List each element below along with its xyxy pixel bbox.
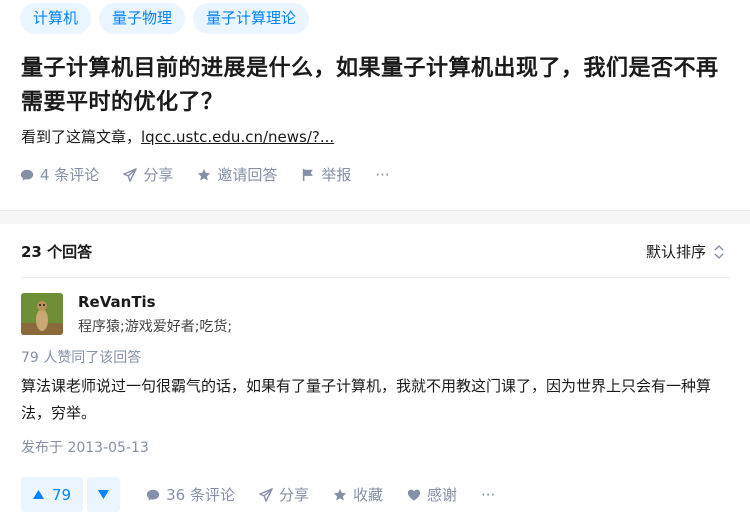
upvote-button[interactable]: 79 — [21, 477, 84, 512]
answers-header: 23 个回答 默认排序 — [21, 224, 730, 278]
topic-tag[interactable]: 量子计算理论 — [193, 3, 310, 34]
sort-dropdown[interactable]: 默认排序 — [646, 241, 724, 262]
share-icon — [123, 167, 138, 182]
question-card: 计算机 量子物理 量子计算理论 量子计算机目前的进展是什么，如果量子计算机出现了… — [0, 0, 750, 211]
heart-icon — [407, 489, 421, 501]
answer-comments-button[interactable]: 36 条评论 — [146, 484, 235, 505]
answer-share-button[interactable]: 分享 — [259, 484, 309, 505]
collect-label: 收藏 — [352, 486, 383, 504]
triangle-down-icon — [98, 490, 110, 499]
comment-icon — [146, 489, 160, 501]
sort-label: 默认排序 — [645, 243, 706, 261]
share-label: 分享 — [143, 166, 174, 184]
author-name[interactable]: ReVanTis — [78, 293, 156, 311]
answer-actions: 79 36 条评论 分享 收藏 感谢 ··· — [21, 477, 495, 512]
report-button[interactable]: 举报 — [301, 164, 351, 185]
thanks-button[interactable]: 感谢 — [407, 484, 457, 505]
avatar[interactable] — [21, 293, 63, 335]
report-label: 举报 — [321, 166, 352, 184]
upvote-count: 79 — [52, 485, 72, 504]
share-button[interactable]: 分享 — [123, 164, 173, 185]
answer-share-label: 分享 — [278, 486, 309, 504]
published-date[interactable]: 发布于 2013-05-13 — [21, 437, 149, 457]
triangle-up-icon — [33, 490, 44, 499]
meerkat-avatar-icon — [21, 293, 63, 335]
thanks-label: 感谢 — [426, 486, 457, 504]
invite-answer-button[interactable]: 邀请回答 — [197, 164, 277, 185]
comments-label: 4 条评论 — [40, 166, 100, 184]
collect-button[interactable]: 收藏 — [333, 484, 383, 505]
topic-tags: 计算机 量子物理 量子计算理论 — [20, 3, 310, 34]
author-bio: 程序猿;游戏爱好者;吃货; — [78, 319, 233, 335]
answer-content: 算法课老师说过一句很霸气的话，如果有了量子计算机，我就不用教这门课了，因为世界上… — [21, 377, 712, 422]
more-button[interactable]: ··· — [375, 166, 389, 184]
topic-tag[interactable]: 量子物理 — [99, 3, 186, 34]
answers-card: 23 个回答 默认排序 ReVanTis 程序猿;游戏爱好者;吃货; 79 人赞… — [0, 224, 750, 530]
vote-info[interactable]: 79 人赞同了该回答 — [21, 347, 141, 367]
comments-button[interactable]: 4 条评论 — [20, 164, 99, 185]
comment-icon — [20, 169, 34, 181]
flag-icon — [303, 168, 314, 181]
question-actions: 4 条评论 分享 邀请回答 举报 ··· — [20, 164, 390, 185]
question-detail: 看到了这篇文章，lqcc.ustc.edu.cn/news/?... — [21, 126, 334, 147]
star-icon — [333, 488, 347, 501]
answer-comments-label: 36 条评论 — [166, 486, 235, 504]
sort-chevron-icon — [714, 244, 724, 259]
share-icon — [259, 487, 273, 502]
question-detail-link[interactable]: lqcc.ustc.edu.cn/news/?... — [141, 128, 334, 146]
answer-count: 23 个回答 — [21, 243, 93, 261]
more-icon: ··· — [481, 485, 496, 504]
answer-more-button[interactable]: ··· — [481, 486, 495, 504]
question-detail-text: 看到了这篇文章， — [21, 128, 142, 146]
invite-answer-label: 邀请回答 — [217, 166, 278, 184]
question-title[interactable]: 量子计算机目前的进展是什么，如果量子计算机出现了，我们是否不再需要平时的优化了？ — [21, 52, 736, 120]
star-icon — [198, 168, 211, 181]
more-icon: ··· — [375, 165, 390, 184]
topic-tag[interactable]: 计算机 — [20, 3, 92, 34]
downvote-button[interactable] — [87, 477, 121, 512]
